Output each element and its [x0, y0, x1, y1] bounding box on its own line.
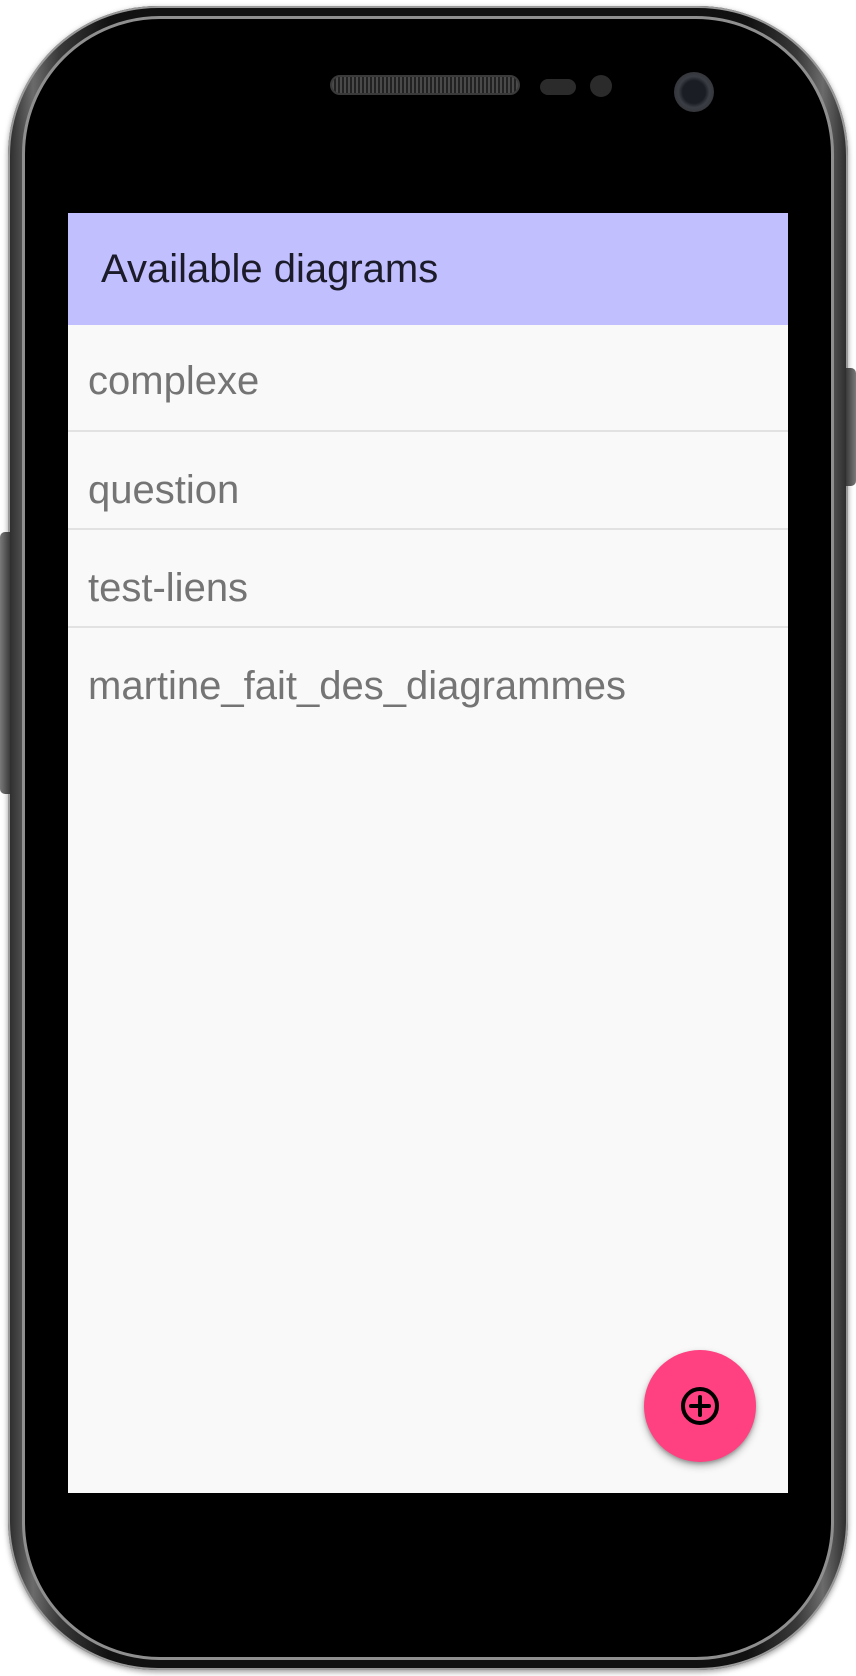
power-button — [846, 368, 856, 486]
app-bar: Available diagrams — [68, 213, 788, 325]
list-item-label: test-liens — [88, 566, 249, 610]
add-diagram-button[interactable] — [644, 1350, 756, 1462]
list-item[interactable]: question — [68, 432, 788, 530]
earpiece-speaker — [330, 75, 520, 95]
light-sensor — [590, 75, 612, 97]
list-item[interactable]: martine_fait_des_diagrammes — [68, 628, 788, 726]
add-circle-icon — [681, 1387, 719, 1425]
list-item-label: complexe — [88, 359, 260, 403]
list-item[interactable]: test-liens — [68, 530, 788, 628]
list-item[interactable]: complexe — [68, 325, 788, 432]
page-title: Available diagrams — [101, 247, 439, 291]
app-screen: Available diagrams complexe question tes… — [68, 213, 788, 1493]
list-item-label: martine_fait_des_diagrammes — [88, 664, 627, 708]
diagram-list: complexe question test-liens martine_fai… — [68, 325, 788, 726]
volume-button — [0, 532, 10, 794]
device-frame: Available diagrams complexe question tes… — [0, 0, 856, 1676]
front-camera — [674, 72, 714, 112]
proximity-sensor — [540, 79, 576, 95]
list-item-label: question — [88, 468, 240, 512]
